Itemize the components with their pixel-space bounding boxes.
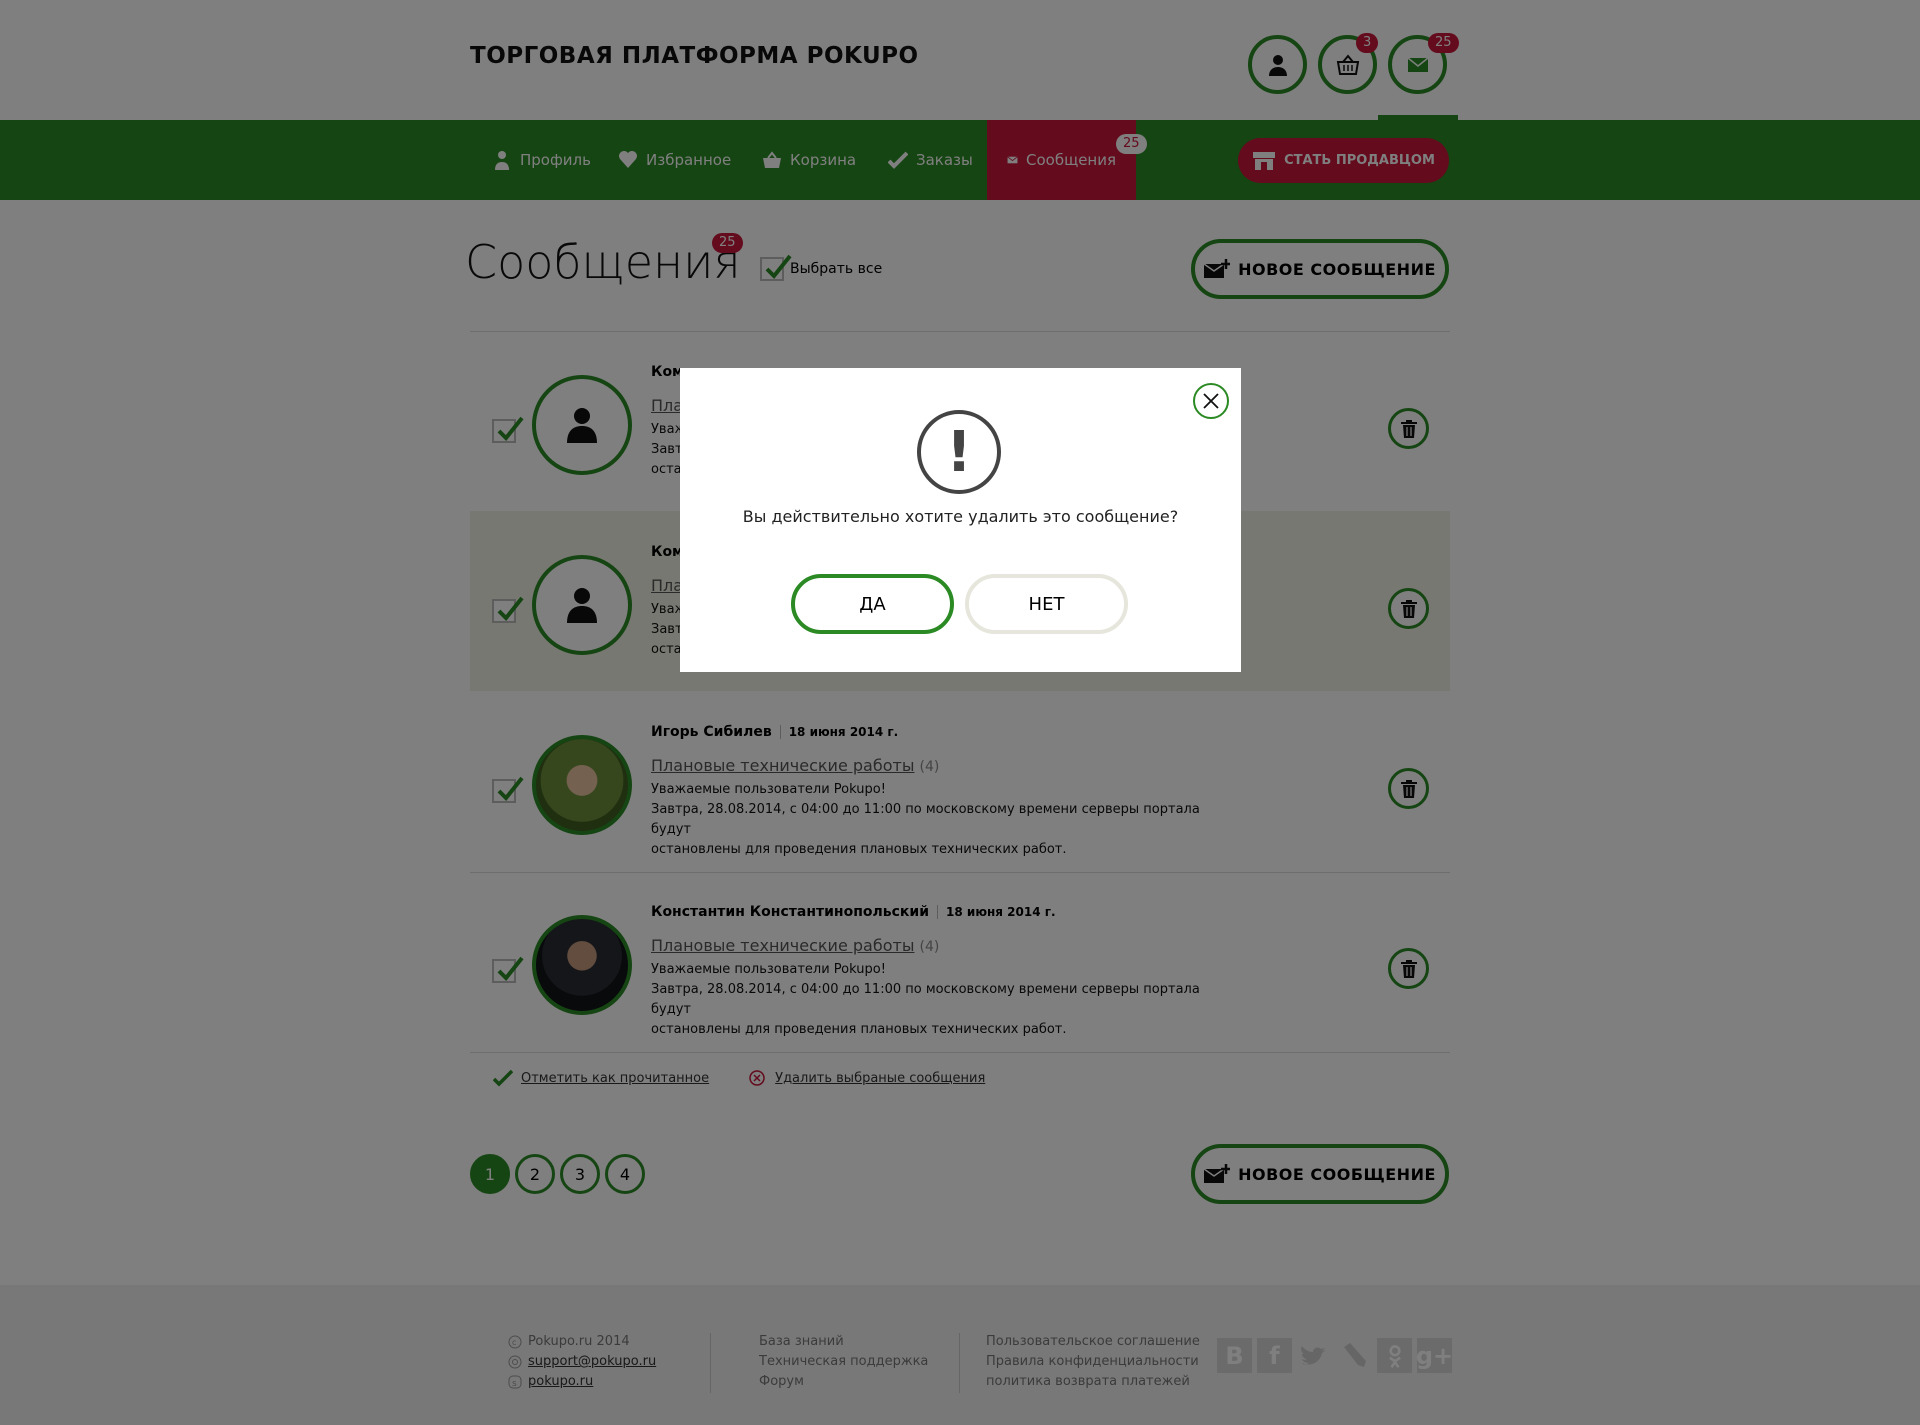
close-icon (1203, 393, 1219, 409)
confirm-text: Вы действительно хотите удалить это сооб… (742, 507, 1179, 526)
confirm-delete-dialog: ! Вы действительно хотите удалить это со… (680, 368, 1241, 672)
page: ТОРГОВАЯ ПЛАТФОРМА POKUPO 3 25 Профиль И… (0, 0, 1920, 1425)
modal-backdrop[interactable] (0, 0, 1920, 1425)
confirm-yes-button[interactable]: ДА (791, 574, 954, 634)
warning-icon: ! (917, 410, 1001, 494)
close-dialog-button[interactable] (1193, 383, 1229, 419)
confirm-no-button[interactable]: НЕТ (965, 574, 1128, 634)
